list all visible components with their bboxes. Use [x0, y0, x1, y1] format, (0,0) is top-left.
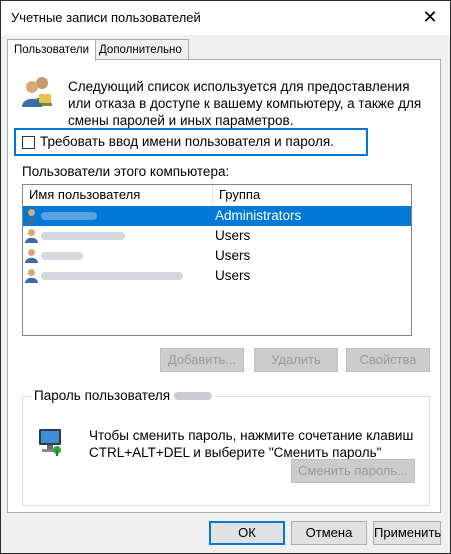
users-list-caption: Пользователи этого компьютера: — [22, 164, 230, 179]
computer-key-icon — [39, 429, 61, 456]
user-icon — [25, 249, 38, 263]
password-group-title: Пароль пользователя — [31, 388, 216, 403]
user-group: Users — [215, 228, 251, 243]
users-icon — [22, 77, 52, 107]
table-row[interactable]: Users — [23, 266, 411, 286]
user-icon — [25, 229, 38, 243]
tab-advanced[interactable]: Дополнительно — [92, 39, 189, 60]
tab-users[interactable]: Пользователи — [7, 39, 97, 61]
remove-user-button[interactable]: Удалить — [254, 348, 338, 372]
table-row[interactable]: Users — [23, 226, 411, 246]
users-tab-panel: Следующий список используется для предос… — [7, 59, 441, 513]
user-group: Administrators — [215, 208, 302, 223]
users-list-header: Имя пользователя Группа — [23, 185, 411, 205]
username-redacted — [41, 252, 83, 260]
ok-button[interactable]: ОК — [209, 521, 285, 545]
user-icon — [25, 269, 38, 283]
description-text: Следующий список используется для предос… — [68, 79, 422, 128]
apply-button[interactable]: Применить — [373, 521, 441, 545]
properties-button[interactable]: Свойства — [346, 348, 430, 372]
username-redacted — [41, 272, 183, 280]
require-login-checkbox[interactable] — [22, 136, 35, 149]
column-header-group[interactable]: Группа — [213, 185, 411, 205]
add-user-button[interactable]: Добавить... — [160, 348, 244, 372]
username-redacted — [41, 232, 125, 240]
password-group: Пароль пользователя Чтобы сменить пароль… — [22, 388, 430, 506]
table-row[interactable]: Administrators — [23, 206, 411, 226]
users-list[interactable]: Имя пользователя Группа Administrators U… — [22, 184, 412, 336]
password-instructions: Чтобы сменить пароль, нажмите сочетание … — [89, 428, 414, 460]
close-icon[interactable]: ✕ — [420, 7, 440, 27]
cancel-button[interactable]: Отмена — [291, 521, 367, 545]
username-redacted — [41, 212, 97, 220]
column-header-username[interactable]: Имя пользователя — [23, 185, 213, 205]
window-title: Учетные записи пользователей — [11, 10, 201, 25]
require-login-label[interactable]: Требовать ввод имени пользователя и паро… — [40, 134, 334, 149]
change-password-button[interactable]: Сменить пароль... — [291, 459, 415, 483]
table-row[interactable]: Users — [23, 246, 411, 266]
username-redacted — [174, 392, 213, 401]
require-login-option[interactable]: Требовать ввод имени пользователя и паро… — [14, 128, 368, 156]
user-icon — [25, 209, 38, 223]
title-bar: Учетные записи пользователей ✕ — [1, 1, 450, 35]
user-group: Users — [215, 248, 251, 263]
user-group: Users — [215, 268, 251, 283]
user-accounts-window: Учетные записи пользователей ✕ Пользоват… — [0, 0, 451, 554]
